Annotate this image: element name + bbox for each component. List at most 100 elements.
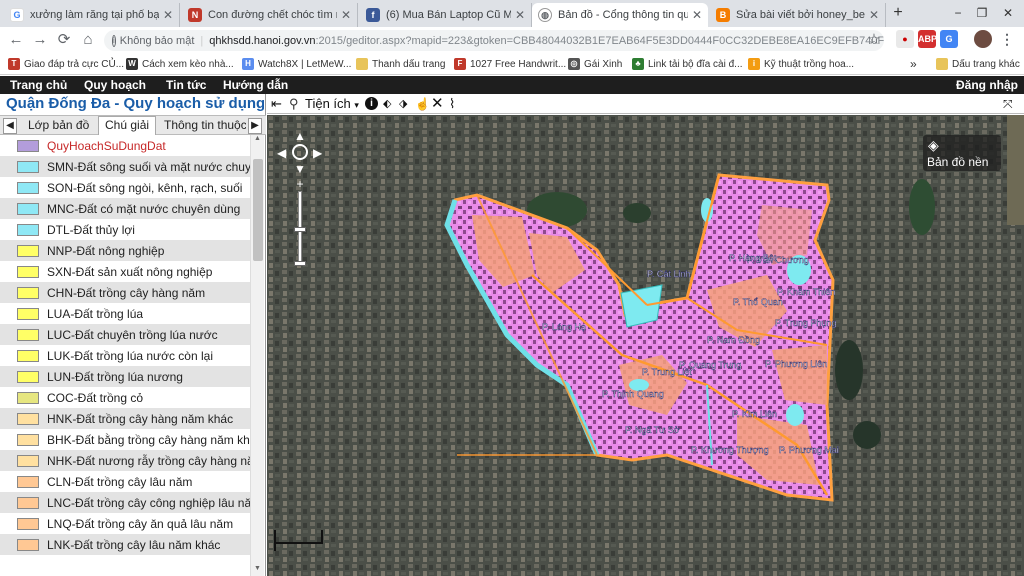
legend-item[interactable]: LUC-Đất chuyên trồng lúa nước (0, 324, 250, 345)
pan-center-icon[interactable] (292, 144, 308, 160)
new-tab-button[interactable]: + (888, 4, 908, 22)
pan-right-icon[interactable]: ▶ (313, 146, 322, 160)
menu-planning[interactable]: Quy hoạch (84, 78, 146, 92)
bookmark-item[interactable]: W Cách xem kèo nhà... (126, 56, 234, 72)
legend-item[interactable]: LNC-Đất trồng cây công nghiệp lâu năm (0, 492, 250, 513)
ward-label: P. Cát Linh (647, 269, 690, 279)
utility-dropdown[interactable]: Tiện ích ▾ (305, 95, 359, 113)
legend-item[interactable]: HNK-Đất trồng cây hàng năm khác (0, 408, 250, 429)
bookmark-item[interactable]: F 1027 Free Handwrit... (454, 56, 566, 72)
close-tab-icon[interactable]: ✕ (163, 8, 173, 22)
legend-item[interactable]: LUN-Đất trồng lúa nương (0, 366, 250, 387)
close-window-button[interactable]: ✕ (998, 4, 1018, 22)
zoom-in-button[interactable]: + (295, 178, 305, 190)
legend-item[interactable]: NHK-Đất nương rẫy trồng cây hàng năm khá… (0, 450, 250, 471)
legend-item[interactable]: COC-Đất trồng cỏ (0, 387, 250, 408)
legend-label: LNC-Đất trồng cây công nghiệp lâu năm (47, 495, 250, 510)
tab-attributes[interactable]: Thông tin thuộc (164, 118, 246, 134)
panel-tabs: ◀ Lớp bản đồ Chú giải Thông tin thuộc ▶ (0, 115, 266, 135)
translate-extension-icon[interactable]: G (940, 30, 958, 48)
legend-item[interactable]: BHK-Đất bằng trồng cây hàng năm khác (0, 429, 250, 450)
browser-tab[interactable]: N Con đường chết chóc tìm miền ✕ (182, 3, 358, 27)
extension-icon[interactable]: ● (896, 30, 914, 48)
adblock-extension-icon[interactable]: ABP (918, 30, 937, 48)
hand-icon[interactable]: ☝ (415, 95, 430, 113)
legend-item[interactable]: LUA-Đất trồng lúa (0, 303, 250, 324)
bookmark-item[interactable]: T Giao đáp trả cực CỦ... (8, 56, 124, 72)
legend-scrollbar[interactable]: ▲ ▼ (250, 135, 264, 576)
legend-item[interactable]: SMN-Đất sông suối và mặt nước chuyên dùn… (0, 156, 250, 177)
measure-icon[interactable]: ⬗ (399, 95, 407, 113)
browser-tab[interactable]: B Sửa bài viết bởi honey_bee_202 ✕ (710, 3, 886, 27)
bookmark-star-icon[interactable]: ☆ (862, 28, 886, 52)
back-button[interactable]: ← (4, 28, 28, 52)
legend-item[interactable]: SON-Đất sông ngòi, kênh, rạch, suối (0, 177, 250, 198)
menu-news[interactable]: Tin tức (166, 78, 206, 92)
legend-item[interactable]: LNQ-Đất trồng cây ăn quả lâu năm (0, 513, 250, 534)
fullscreen-icon[interactable]: ⤧ (1003, 95, 1013, 113)
basemap-button[interactable]: ◈ Bản đồ nền (923, 135, 1001, 171)
browser-menu-icon[interactable]: ⋮ (998, 30, 1016, 48)
browser-tab[interactable]: f (6) Mua Bán Laptop Cũ Mới Giá ✕ (360, 3, 532, 27)
login-link[interactable]: Đăng nhập (956, 78, 1018, 92)
browser-tab-active[interactable]: ◍ Bản đồ - Cổng thông tin quy ho ✕ (532, 3, 708, 27)
pan-down-icon[interactable]: ▼ (294, 162, 306, 176)
lake-zone[interactable] (620, 284, 663, 328)
legend-item[interactable]: CHN-Đất trồng cây hàng năm (0, 282, 250, 303)
info-icon[interactable]: i (365, 97, 378, 110)
pin-icon[interactable]: ⚲ (289, 95, 299, 113)
address-bar[interactable]: i Không bảo mật | qhkhsdd.hanoi.gov.vn :… (104, 30, 884, 51)
tabs-prev-icon[interactable]: ◀ (3, 118, 17, 134)
legend-item[interactable]: LUK-Đất trồng lúa nước còn lại (0, 345, 250, 366)
tab-map-layers[interactable]: Lớp bản đồ (28, 118, 89, 134)
maximize-button[interactable]: ❐ (972, 4, 992, 22)
forward-button[interactable]: → (28, 28, 52, 52)
close-icon[interactable]: ✕ (431, 95, 444, 113)
site-menu: Trang chủ Quy hoạch Tin tức Hướng dẫn Đă… (0, 76, 1024, 94)
legend-item[interactable]: DTL-Đất thủy lợi (0, 219, 250, 240)
close-tab-icon[interactable]: ✕ (341, 8, 351, 22)
legend-item[interactable]: LNK-Đất trồng cây lâu năm khác (0, 534, 250, 555)
pan-control[interactable]: ▲ ◀ ▶ ▼ (277, 129, 325, 177)
other-bookmarks[interactable]: Dấu trang khác (936, 56, 1020, 72)
zoom-slider-handle[interactable] (294, 227, 306, 232)
lake-zone[interactable] (786, 404, 804, 426)
legend-item[interactable]: MNC-Đất có mặt nước chuyên dùng (0, 198, 250, 219)
map-svg[interactable]: P. Cát Linh P. Văn Chương P. Hàng Bột P.… (267, 115, 1024, 576)
legend-swatch (17, 475, 39, 488)
more-bookmarks-button[interactable]: » (910, 56, 917, 72)
minimize-button[interactable]: − (948, 4, 968, 22)
close-tab-icon[interactable]: ✕ (692, 8, 702, 22)
ward-label: P. Phương Liên (765, 359, 827, 369)
tabs-next-icon[interactable]: ▶ (248, 118, 262, 134)
scrollbar-thumb[interactable] (253, 159, 263, 261)
info-icon[interactable]: i (112, 34, 116, 47)
map-canvas[interactable]: P. Cát Linh P. Văn Chương P. Hàng Bột P.… (267, 115, 1024, 576)
profile-avatar[interactable] (974, 30, 992, 48)
legend-item[interactable]: CLN-Đất trồng cây lâu năm (0, 471, 250, 492)
reload-button[interactable]: ⟳ (52, 28, 76, 52)
bookmark-item[interactable]: ♣ Link tải bộ đĩa cài đ... (632, 56, 743, 72)
bookmark-item[interactable]: H Watch8X | LetMeW... (242, 56, 351, 72)
scroll-up-icon[interactable]: ▲ (252, 135, 263, 146)
tab-legend[interactable]: Chú giải (98, 116, 157, 135)
home-button[interactable]: ⌂ (76, 28, 100, 52)
menu-guide[interactable]: Hướng dẫn (223, 78, 288, 92)
close-tab-icon[interactable]: ✕ (515, 8, 525, 22)
bookmark-item[interactable]: i Kỹ thuật trồng hoa... (748, 56, 854, 72)
attach-icon[interactable]: ⌇ (449, 95, 455, 113)
menu-home[interactable]: Trang chủ (10, 78, 67, 92)
close-tab-icon[interactable]: ✕ (869, 8, 879, 22)
select-icon[interactable]: ⬖ (383, 95, 391, 113)
legend-item[interactable]: QuyHoachSuDungDat (0, 135, 250, 156)
exit-icon[interactable]: ⇤ (271, 95, 282, 113)
pan-left-icon[interactable]: ◀ (277, 146, 286, 160)
legend-item[interactable]: NNP-Đất nông nghiệp (0, 240, 250, 261)
legend-item[interactable]: SXN-Đất sản xuất nông nghiệp (0, 261, 250, 282)
bookmark-item[interactable]: Thanh dấu trang (356, 56, 445, 72)
scroll-down-icon[interactable]: ▼ (252, 565, 263, 576)
pan-up-icon[interactable]: ▲ (294, 129, 306, 143)
browser-tab[interactable]: G xưởng làm răng tại phố bạch đằ ✕ (4, 3, 180, 27)
bookmark-item[interactable]: ◎ Gái Xinh (568, 56, 622, 72)
zoom-out-button[interactable] (294, 261, 306, 266)
